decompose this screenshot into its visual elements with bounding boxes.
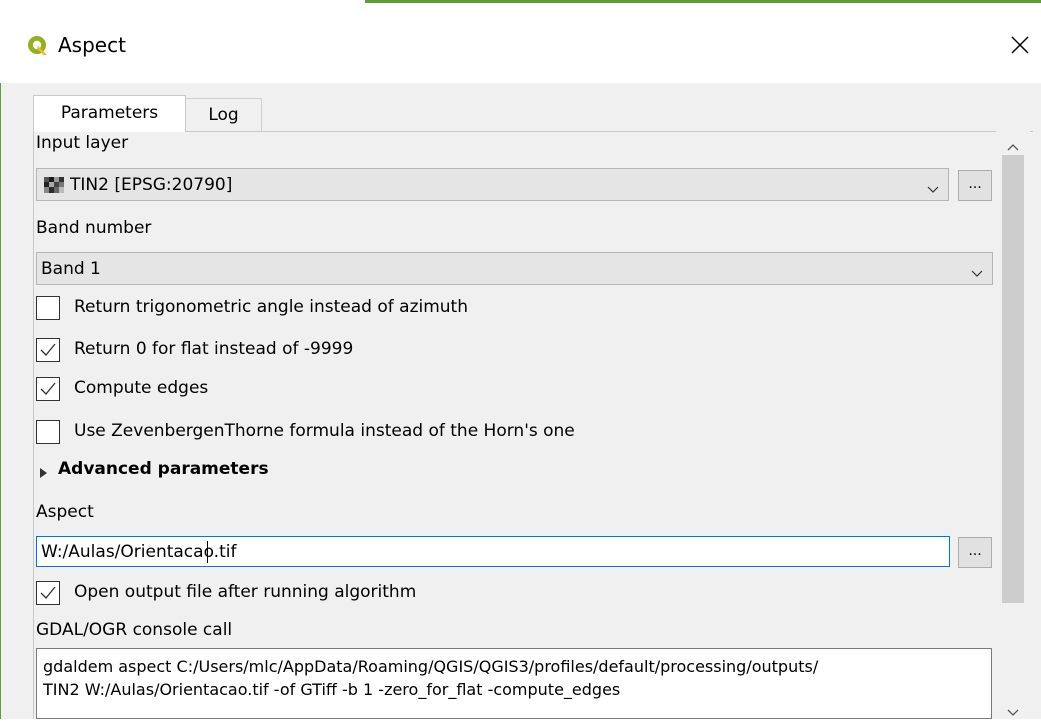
tab-log[interactable]: Log [186,98,262,131]
title-bar[interactable]: Aspect [0,3,1041,83]
band-number-combo[interactable]: Band 1 [36,252,993,285]
chevron-down-icon [971,263,983,283]
close-icon [1011,36,1029,54]
text-caret [207,541,208,563]
chevron-down-icon [927,179,939,199]
console-call-label: GDAL/OGR console call [36,620,233,640]
window-title: Aspect [58,33,126,57]
compute-edges-checkbox[interactable] [36,377,60,401]
checkmark-icon [40,343,56,356]
checkmark-icon [40,586,56,599]
aspect-output-browse-button[interactable]: ... [958,537,992,568]
aspect-output-field[interactable]: W:/Aulas/Orientacao.tif [36,536,950,567]
console-call-text[interactable]: gdaldem aspect C:/Users/mlc/AppData/Roam… [36,648,992,719]
aspect-output-label: Aspect [36,502,94,522]
vertical-scrollbar[interactable] [996,131,1030,719]
open-output-label: Open output file after running algorithm [74,582,417,602]
input-layer-browse-button[interactable]: ... [958,170,992,201]
qgis-logo-icon [26,34,50,58]
band-number-value: Band 1 [41,259,101,279]
compute-edges-label: Compute edges [74,378,209,398]
console-line-2: TIN2 W:/Aulas/Orientacao.tif -of GTiff -… [43,680,621,699]
zevenbergen-checkbox[interactable] [36,420,60,444]
scrollbar-thumb[interactable] [1002,155,1024,603]
band-number-label: Band number [36,218,152,238]
zevenbergen-label: Use ZevenbergenThorne formula instead of… [74,421,575,441]
zero-flat-label: Return 0 for flat instead of -9999 [74,339,354,359]
close-button[interactable] [1000,25,1040,65]
zero-flat-checkbox[interactable] [36,338,60,362]
input-layer-value: TIN2 [EPSG:20790] [70,175,233,195]
trig-angle-label: Return trigonometric angle instead of az… [74,297,468,317]
input-layer-combo[interactable]: TIN2 [EPSG:20790] [36,168,949,201]
advanced-parameters-label: Advanced parameters [58,459,269,479]
open-output-checkbox[interactable] [36,581,60,605]
checkmark-icon [40,382,56,395]
scroll-down-icon[interactable] [1006,702,1020,723]
scroll-up-icon[interactable] [1006,136,1020,157]
trig-angle-checkbox[interactable] [36,296,60,320]
input-layer-label: Input layer [36,133,129,153]
expand-triangle-icon [40,463,48,483]
raster-layer-icon [44,177,64,198]
tab-parameters[interactable]: Parameters [33,95,186,132]
console-line-1: gdaldem aspect C:/Users/mlc/AppData/Roam… [43,657,819,676]
